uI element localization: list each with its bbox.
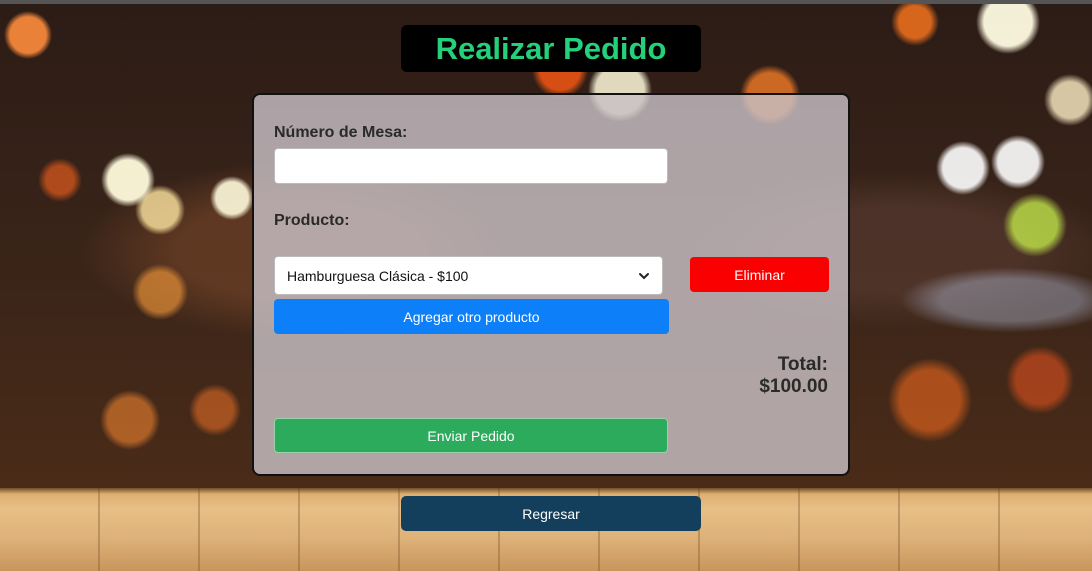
delete-product-button[interactable]: Eliminar — [690, 257, 829, 292]
top-border — [0, 0, 1092, 4]
product-select-value: Hamburguesa Clásica - $100 — [287, 267, 469, 284]
submit-order-button[interactable]: Enviar Pedido — [274, 418, 668, 453]
add-product-button[interactable]: Agregar otro producto — [274, 299, 669, 334]
back-button[interactable]: Regresar — [401, 496, 701, 531]
chevron-down-icon — [639, 272, 649, 279]
page-title-box: Realizar Pedido — [401, 25, 701, 72]
product-select[interactable]: Hamburguesa Clásica - $100 — [274, 256, 663, 295]
order-total: Total: $100.00 — [759, 354, 828, 397]
table-number-input[interactable] — [274, 148, 668, 184]
page-title: Realizar Pedido — [435, 30, 667, 66]
product-label: Producto: — [274, 212, 350, 229]
order-form: Número de Mesa: Producto: Hamburguesa Cl… — [252, 93, 850, 476]
table-number-label: Número de Mesa: — [274, 124, 408, 141]
